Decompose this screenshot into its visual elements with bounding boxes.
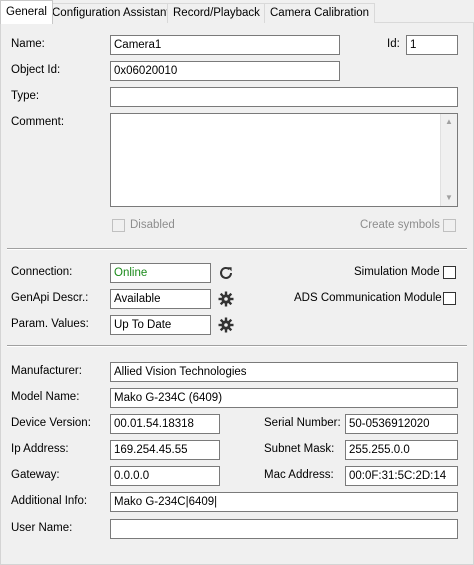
name-label: Name: [11,38,45,50]
separator-1 [7,248,467,250]
refresh-icon[interactable] [218,265,234,281]
tab-strip: General Configuration Assistant Record/P… [0,0,474,24]
gateway-label: Gateway: [11,469,60,481]
create-symbols-checkbox[interactable] [443,219,456,232]
manufacturer-label: Manufacturer: [11,365,82,377]
id-field[interactable]: 1 [406,35,458,55]
gateway-field: 0.0.0.0 [110,466,220,486]
ip-address-label: Ip Address: [11,443,69,455]
scroll-up-icon[interactable]: ▲ [444,117,454,127]
device-version-label: Device Version: [11,417,91,429]
subnet-mask-field: 255.255.0.0 [345,440,458,460]
name-field[interactable]: Camera1 [110,35,340,55]
model-name-label: Model Name: [11,391,80,403]
model-name-field: Mako G-234C (6409) [110,388,458,408]
ads-module-checkbox[interactable] [443,292,456,305]
param-values-label: Param. Values: [11,318,89,330]
disabled-label: Disabled [130,219,175,231]
genapi-field: Available [110,289,211,309]
user-name-field[interactable] [110,519,458,539]
separator-2 [7,345,467,347]
manufacturer-field: Allied Vision Technologies [110,362,458,382]
additional-info-field: Mako G-234C|6409| [110,492,458,512]
gear-icon[interactable] [218,291,234,307]
subnet-mask-label: Subnet Mask: [264,443,335,455]
tab-record-playback[interactable]: Record/Playback [167,3,266,23]
ip-address-field: 169.254.45.55 [110,440,220,460]
mac-address-label: Mac Address: [264,469,334,481]
simulation-mode-label: Simulation Mode [354,266,440,278]
device-version-field: 00.01.54.18318 [110,414,220,434]
mac-address-field: 00:0F:31:5C:2D:14 [345,466,458,486]
object-id-field[interactable]: 0x06020010 [110,61,340,81]
create-symbols-label: Create symbols [360,219,440,231]
gear-icon[interactable] [218,317,234,333]
tab-configuration-assistant[interactable]: Configuration Assistant [46,3,176,23]
id-label: Id: [387,38,400,50]
type-label: Type: [11,90,40,102]
additional-info-label: Additional Info: [11,495,88,507]
comment-scrollbar[interactable]: ▲ ▼ [440,114,457,206]
simulation-mode-checkbox[interactable] [443,266,456,279]
tab-general[interactable]: General [0,0,53,24]
scroll-down-icon[interactable]: ▼ [444,193,454,203]
comment-textarea[interactable]: ▲ ▼ [110,113,458,207]
ads-module-label: ADS Communication Module [294,292,442,304]
tab-camera-calibration[interactable]: Camera Calibration [264,3,376,23]
connection-label: Connection: [11,266,73,278]
disabled-checkbox[interactable] [112,219,125,232]
param-values-field: Up To Date [110,315,211,335]
type-field[interactable] [110,87,458,107]
user-name-label: User Name: [11,522,73,534]
comment-label: Comment: [11,116,65,128]
genapi-label: GenApi Descr.: [11,292,89,304]
serial-number-field: 50-0536912020 [345,414,458,434]
object-id-label: Object Id: [11,64,61,76]
connection-field: Online [110,263,211,283]
serial-number-label: Serial Number: [264,417,341,429]
